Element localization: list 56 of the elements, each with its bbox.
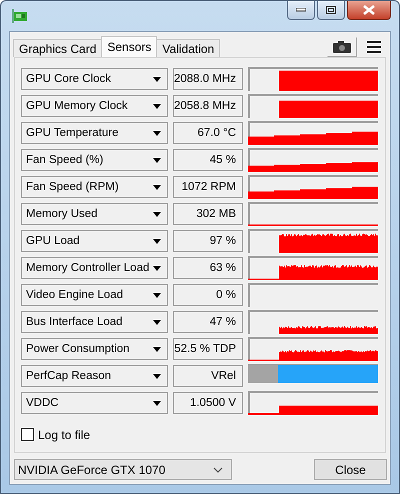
caret-icon — [153, 130, 161, 136]
sensor-value: 45 % — [173, 149, 243, 171]
caret-icon — [153, 158, 161, 162]
caret-icon — [153, 266, 161, 270]
caret-icon — [153, 320, 161, 324]
gpu-dropdown[interactable]: NVIDIA GeForce GTX 1070 — [14, 459, 232, 480]
sensor-dropdown[interactable]: Video Engine Load — [21, 284, 168, 306]
caret-icon — [153, 346, 161, 352]
caret-icon — [153, 184, 161, 190]
sensor-value: 1.0500 V — [173, 392, 243, 414]
chevron-down-icon — [213, 466, 223, 472]
log-checkbox[interactable]: Log to file — [21, 428, 90, 442]
sensor-value: 2058.8 MHz — [173, 95, 243, 117]
sensor-dropdown[interactable]: Memory Used — [21, 203, 168, 225]
caret-icon — [153, 238, 161, 244]
caret-icon — [153, 400, 161, 406]
minimize-icon — [296, 8, 306, 12]
restore-icon — [326, 6, 336, 14]
tab[interactable]: Graphics Card — [13, 39, 102, 57]
tab[interactable]: Sensors — [101, 36, 158, 57]
sensor-value: 52.5 % TDP — [173, 338, 243, 360]
sensor-value: 67.0 °C — [173, 122, 243, 144]
checkbox-icon — [21, 428, 34, 441]
camera-icon — [333, 41, 351, 53]
sensor-dropdown[interactable]: Fan Speed (RPM) — [21, 176, 168, 198]
caret-icon — [153, 76, 161, 82]
sensor-dropdown[interactable]: Fan Speed (%) — [21, 149, 168, 171]
caret-icon — [153, 374, 161, 378]
graphics-card-icon — [12, 9, 28, 23]
sensor-value: 47 % — [173, 311, 243, 333]
close-icon — [363, 5, 375, 15]
close-window-button[interactable] — [347, 1, 391, 20]
sensor-value: 1072 RPM — [173, 176, 243, 198]
sensor-dropdown[interactable]: GPU Core Clock — [21, 68, 168, 90]
sensor-value: 2088.0 MHz — [173, 68, 243, 90]
sensor-value: 302 MB — [173, 203, 243, 225]
sensor-value: VRel — [173, 365, 243, 387]
sensor-dropdown[interactable]: Bus Interface Load — [21, 311, 168, 333]
caret-icon — [153, 212, 161, 216]
sensor-dropdown[interactable]: GPU Load — [21, 230, 168, 252]
sensor-dropdown[interactable]: PerfCap Reason — [21, 365, 168, 387]
sensor-dropdown[interactable]: Memory Controller Load — [21, 257, 168, 279]
sensor-value: 0 % — [173, 284, 243, 306]
sensor-dropdown[interactable]: GPU Memory Clock — [21, 95, 168, 117]
caret-icon — [153, 292, 161, 298]
sensor-dropdown[interactable]: VDDC — [21, 392, 168, 414]
sensor-value: 97 % — [173, 230, 243, 252]
minimize-button[interactable] — [287, 1, 315, 20]
sensor-dropdown[interactable]: Power Consumption — [21, 338, 168, 360]
close-button[interactable]: Close — [314, 459, 387, 480]
maximize-button[interactable] — [317, 1, 345, 20]
sensor-dropdown[interactable]: GPU Temperature — [21, 122, 168, 144]
menu-icon — [367, 41, 381, 53]
tab[interactable]: Validation — [156, 39, 220, 57]
caret-icon — [153, 104, 161, 108]
sensor-value: 63 % — [173, 257, 243, 279]
